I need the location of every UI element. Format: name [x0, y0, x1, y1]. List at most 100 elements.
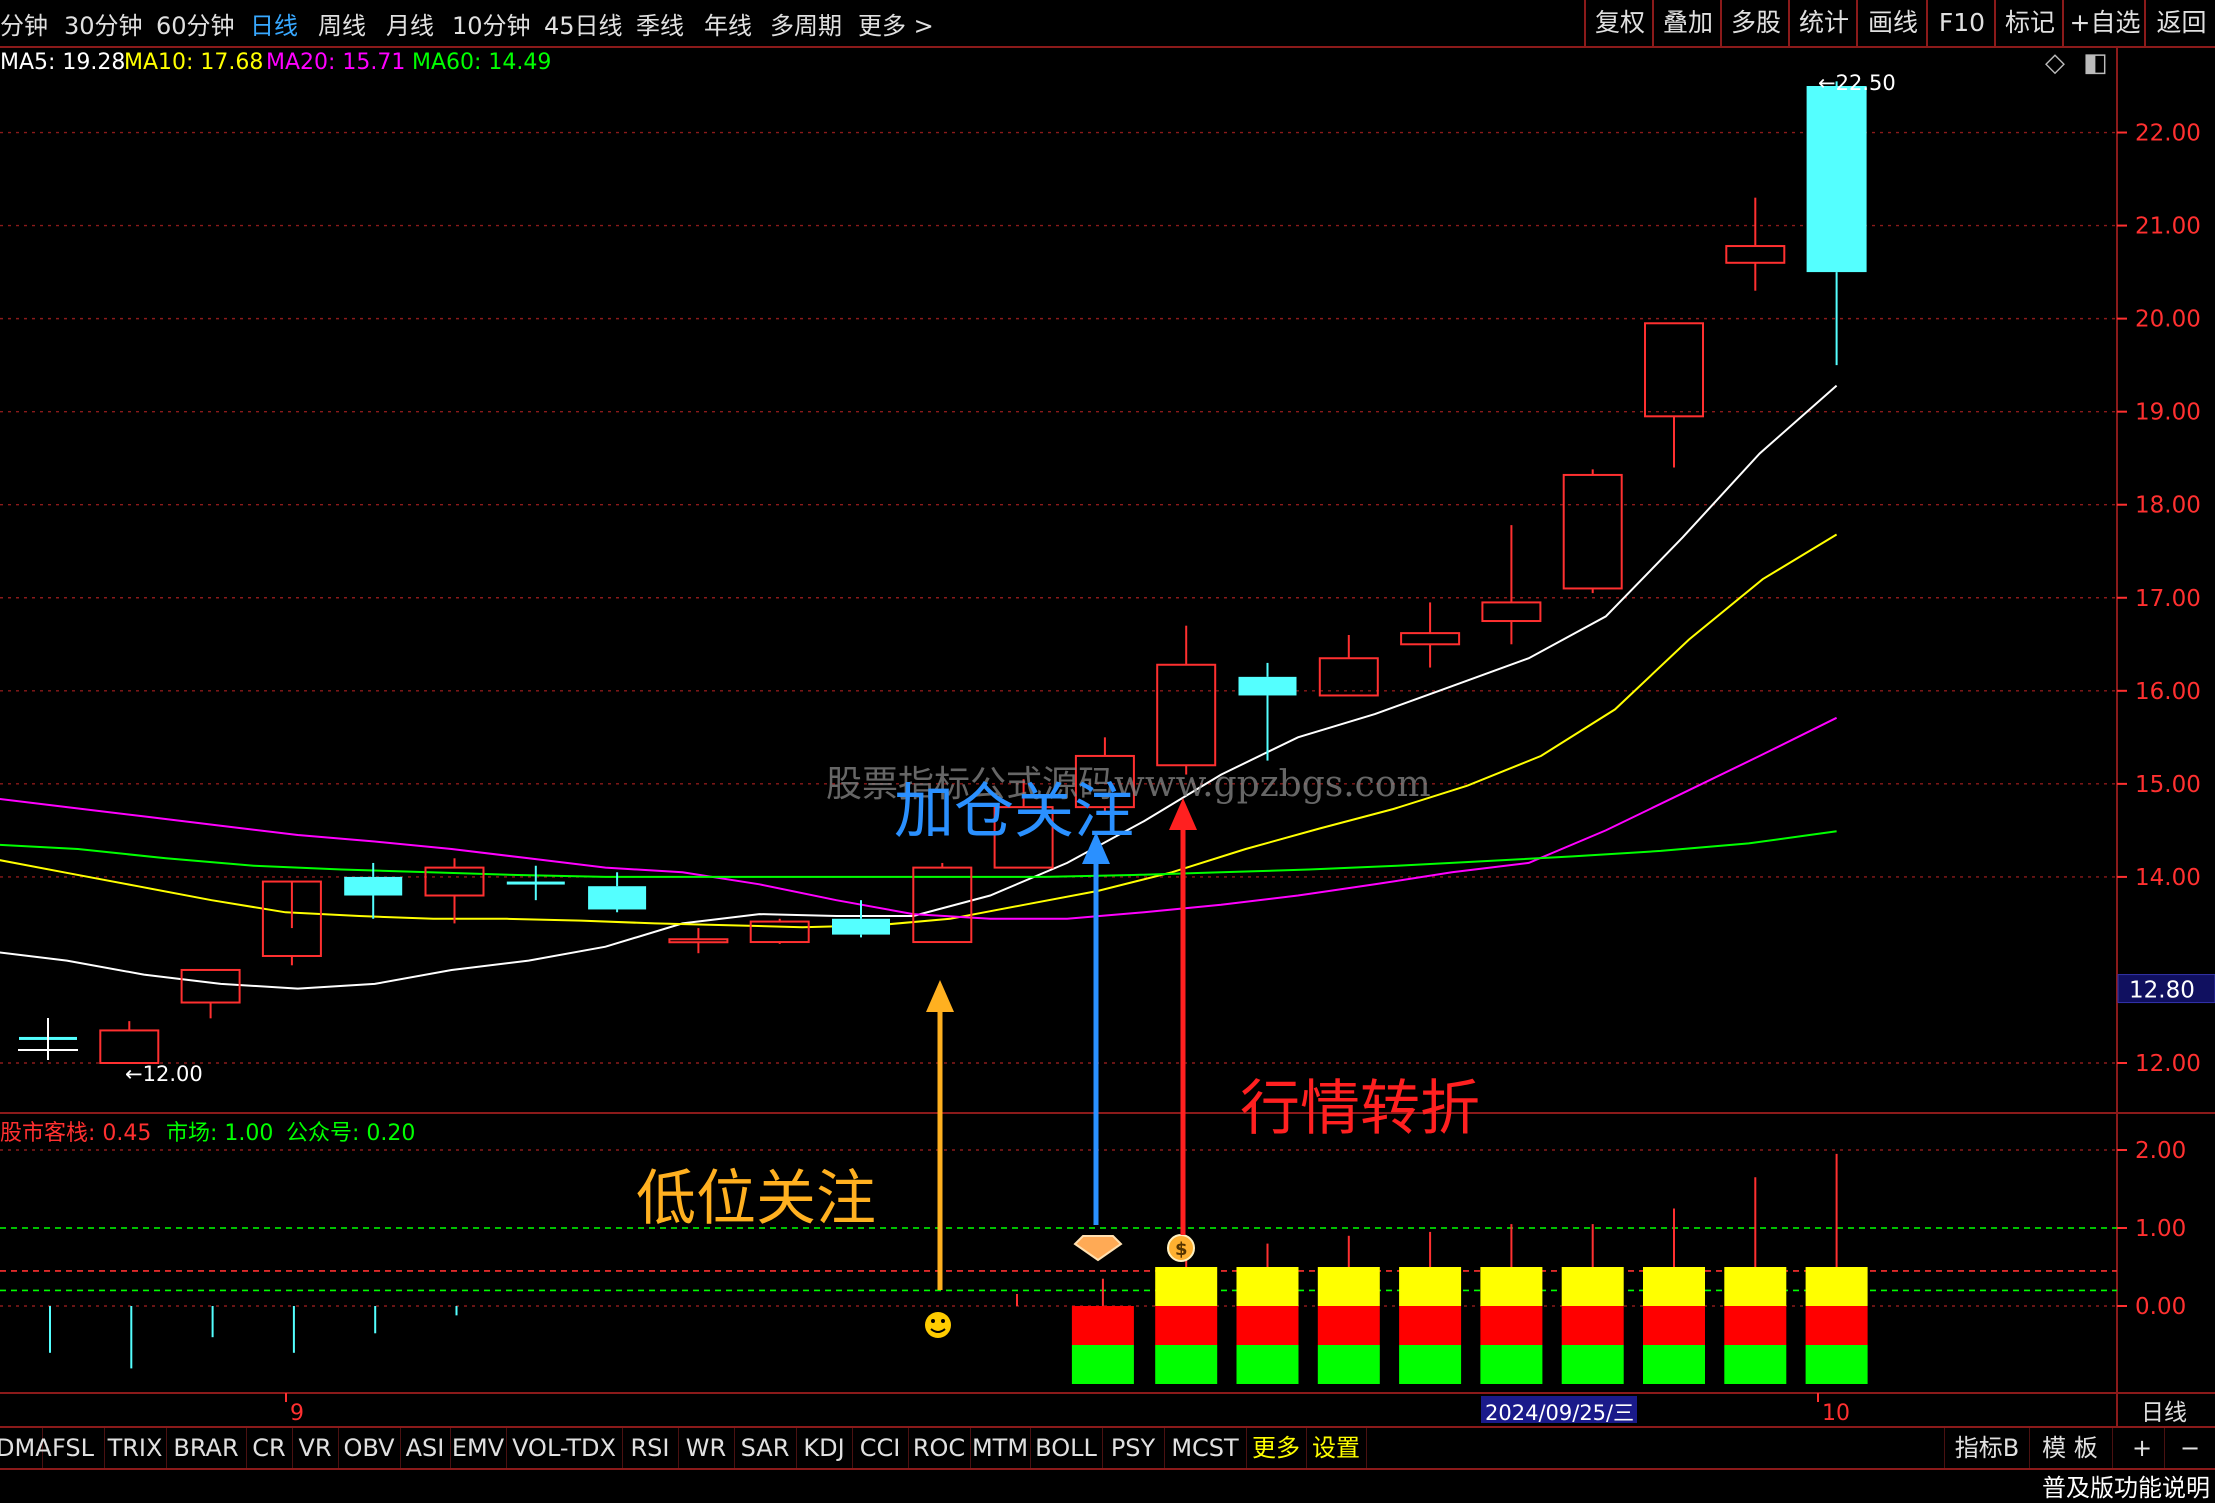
price-axis-label: 17.00	[2135, 586, 2201, 612]
plus-button[interactable]: +	[2120, 1428, 2165, 1468]
tab-45day[interactable]: 45日线	[544, 6, 623, 41]
indicator-tab-psy[interactable]: PSY	[1102, 1428, 1165, 1468]
candle-body	[588, 886, 647, 910]
status-text[interactable]: 普及版功能说明	[2042, 1468, 2210, 1503]
indicator-tab-brar[interactable]: BRAR	[166, 1428, 247, 1468]
mark-button[interactable]: 标记	[1994, 0, 2064, 46]
ind-stack-green	[1561, 1345, 1624, 1384]
indicator-toolbar: DMA FSL TRIX BRAR CR VR OBV ASI EMV VOL-TDX RSI WR S…	[0, 1426, 2215, 1470]
ind-axis-label: 0.00	[2135, 1294, 2186, 1320]
f10-button[interactable]: F10	[1926, 0, 1996, 46]
restore-rights-button[interactable]: 复权	[1584, 0, 1654, 46]
ind-stack-red	[1071, 1306, 1134, 1345]
ind-axis-label: 1.00	[2135, 1216, 2186, 1242]
indicator-tab-kdj[interactable]: KDJ	[796, 1428, 853, 1468]
ind-stack-green	[1399, 1345, 1462, 1384]
statistics-button[interactable]: 统计	[1788, 0, 1858, 46]
candle-body	[912, 866, 973, 944]
high-price-label: ←22.50	[1818, 71, 1896, 95]
draw-line-button[interactable]: 画线	[1856, 0, 1928, 46]
indicator-legend-inn: 股市客栈: 0.45	[0, 1121, 152, 1146]
annotation-trend-turn: 行情转折	[1240, 1074, 1480, 1144]
date-label-right: 10	[1822, 1401, 1850, 1426]
tab-monthly[interactable]: 月线	[386, 6, 434, 41]
indicator-tab-emv[interactable]: EMV	[450, 1428, 507, 1468]
ind-axis-label: 2.00	[2135, 1138, 2186, 1164]
indicator-tab-rsi[interactable]: RSI	[622, 1428, 679, 1468]
tab-more[interactable]: 更多 >	[858, 6, 934, 41]
price-axis-label: 21.00	[2135, 214, 2201, 240]
annotation-add-position: 加仓关注	[894, 777, 1134, 847]
indicator-tab-sar[interactable]: SAR	[734, 1428, 797, 1468]
tab-yearly[interactable]: 年线	[704, 6, 752, 41]
tab-multi-period[interactable]: 多周期	[770, 6, 842, 41]
date-label-left: 9	[290, 1401, 304, 1426]
indicator-tab-vr[interactable]: VR	[292, 1428, 339, 1468]
candle-body	[1318, 657, 1379, 697]
smiley-icon	[925, 1312, 951, 1338]
ind-stack-yellow	[1480, 1267, 1543, 1306]
arrow-add-position	[1082, 832, 1110, 1225]
candle-body	[1562, 473, 1623, 590]
indicator-tab-vol-tdx[interactable]: VOL-TDX	[506, 1428, 623, 1468]
candle-body	[99, 1029, 160, 1065]
indicator-tab-wr[interactable]: WR	[678, 1428, 735, 1468]
ind-stack-red	[1561, 1306, 1624, 1345]
indicator-tab-dma[interactable]: DMA	[0, 1428, 52, 1468]
candle-body	[668, 938, 729, 944]
candle-body	[749, 920, 810, 944]
tab-30min[interactable]: 30分钟	[64, 6, 143, 41]
candle-body	[1156, 663, 1217, 767]
indicator-tab-mtm[interactable]: MTM	[970, 1428, 1031, 1468]
template-button[interactable]: 模 板	[2028, 1428, 2113, 1468]
money-bag-icon: $	[1167, 1234, 1195, 1262]
candle-body	[1644, 322, 1704, 418]
indicator-tab-更多[interactable]: 更多	[1246, 1428, 1307, 1468]
indicator-legend-official: 公众号: 0.20	[286, 1121, 416, 1146]
tab-quarterly[interactable]: 季线	[636, 6, 684, 41]
ind-stack-red	[1724, 1306, 1787, 1345]
indicator-tab-设置[interactable]: 设置	[1306, 1428, 1367, 1468]
candlestick-chart: $ 22.00 21.00 20.00 19.00 18.00 17.00 16.00 15.…	[0, 46, 2215, 1426]
minus-button[interactable]: −	[2168, 1428, 2212, 1468]
ind-stack-yellow	[1724, 1267, 1787, 1306]
indicator-tab-asi[interactable]: ASI	[400, 1428, 451, 1468]
candle-body	[1806, 86, 1867, 273]
indicator-b-button[interactable]: 指标B	[1944, 1428, 2030, 1468]
ind-stack-green	[1724, 1345, 1787, 1384]
price-axis-label: 18.00	[2135, 493, 2201, 519]
multi-stock-button[interactable]: 多股	[1720, 0, 1790, 46]
price-axis-label: 19.00	[2135, 400, 2201, 426]
ind-stack-green	[1643, 1345, 1705, 1384]
tab-60min[interactable]: 60分钟	[156, 6, 235, 41]
ind-stack-yellow	[1155, 1267, 1218, 1306]
ind-stack-red	[1236, 1306, 1299, 1345]
tab-minute[interactable]: 分钟	[0, 6, 48, 41]
money-bag-glyph: $	[1175, 1239, 1188, 1260]
indicator-tab-fsl[interactable]: FSL	[42, 1428, 105, 1468]
period-label: 日线	[2141, 1400, 2187, 1426]
candle-body	[344, 876, 403, 896]
candle-body	[180, 968, 241, 1004]
indicator-tab-roc[interactable]: ROC	[908, 1428, 971, 1468]
add-watchlist-button[interactable]: +自选	[2062, 0, 2146, 46]
ind-stack-yellow	[1643, 1267, 1705, 1306]
overlay-button[interactable]: 叠加	[1652, 0, 1722, 46]
tab-weekly[interactable]: 周线	[318, 6, 366, 41]
indicator-tab-mcst[interactable]: MCST	[1164, 1428, 1247, 1468]
indicator-tab-cci[interactable]: CCI	[852, 1428, 909, 1468]
back-button[interactable]: 返回	[2144, 0, 2215, 46]
indicator-tab-boll[interactable]: BOLL	[1030, 1428, 1103, 1468]
ind-stack-red	[1480, 1306, 1543, 1345]
indicator-legend-market: 市场: 1.00	[166, 1121, 274, 1146]
indicator-tab-cr[interactable]: CR	[246, 1428, 293, 1468]
tab-daily[interactable]: 日线	[250, 6, 298, 41]
tab-10min[interactable]: 10分钟	[452, 6, 531, 41]
period-toolbar: 分钟 30分钟 60分钟 日线 周线 月线 10分钟 45日线 季线 年线 多周…	[0, 0, 2215, 48]
indicator-tab-obv[interactable]: OBV	[338, 1428, 401, 1468]
candle-body	[1400, 632, 1461, 646]
ind-stack-yellow	[1317, 1267, 1380, 1306]
ind-stack-red	[1643, 1306, 1705, 1345]
indicator-tab-trix[interactable]: TRIX	[104, 1428, 167, 1468]
ind-stack-red	[1399, 1306, 1462, 1345]
